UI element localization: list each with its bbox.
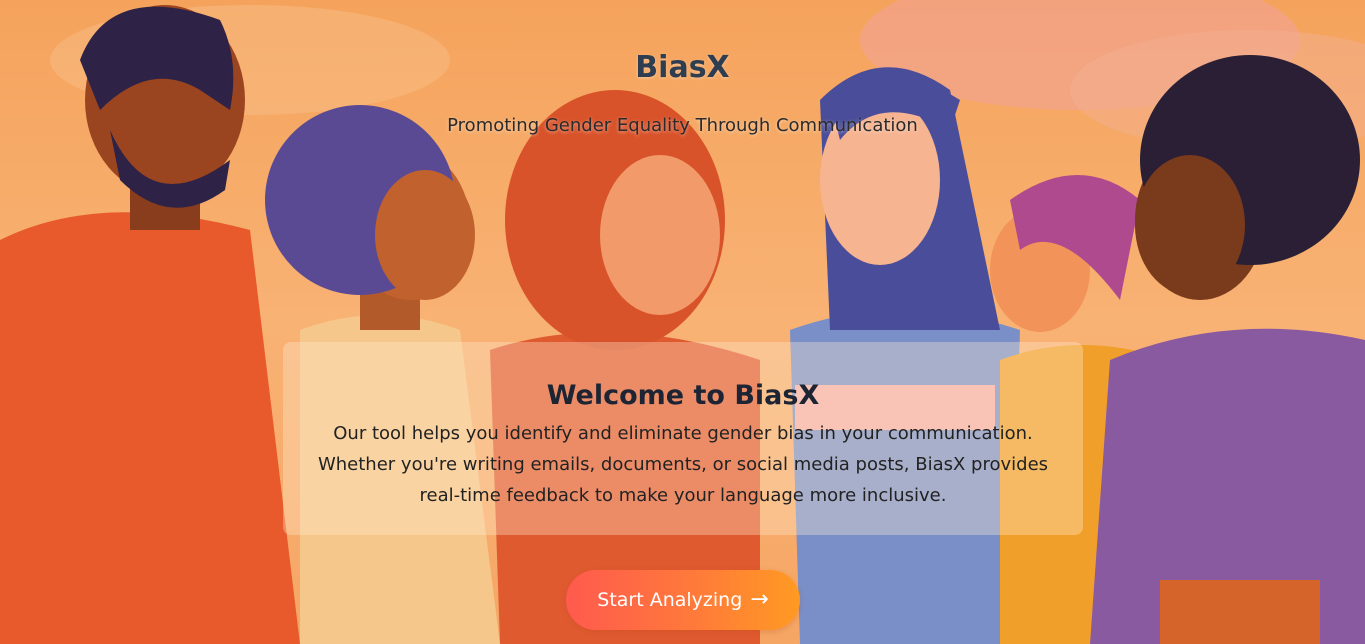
welcome-card: Welcome to BiasX Our tool helps you iden…	[283, 342, 1083, 535]
welcome-title: Welcome to BiasX	[546, 380, 820, 411]
hero-illustration	[0, 0, 1365, 644]
start-analyzing-label: Start Analyzing	[597, 589, 743, 611]
page-subtitle: Promoting Gender Equality Through Commun…	[447, 115, 918, 136]
welcome-description: Our tool helps you identify and eliminat…	[317, 423, 1049, 506]
arrow-right-icon: →	[750, 587, 769, 612]
start-analyzing-button[interactable]: Start Analyzing →	[566, 570, 800, 630]
page-title: BiasX	[635, 50, 730, 85]
